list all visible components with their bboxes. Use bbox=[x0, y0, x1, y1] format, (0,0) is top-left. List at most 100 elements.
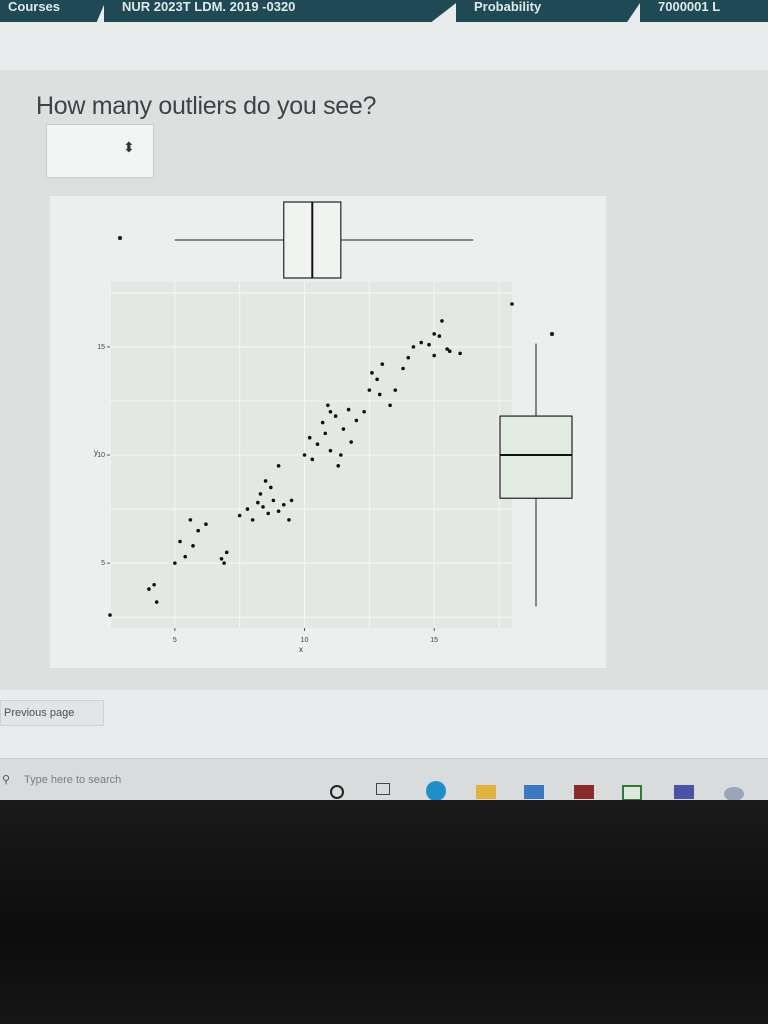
r-icon[interactable] bbox=[724, 787, 744, 800]
scatter-point bbox=[354, 418, 359, 423]
plot-card: 5 10 15 5 10 15 x y bbox=[50, 196, 606, 668]
scatter-point bbox=[510, 302, 514, 306]
scatter-point bbox=[271, 498, 276, 503]
nav-tab-extra[interactable]: 7000001 L bbox=[640, 0, 768, 22]
scatter-point bbox=[183, 554, 188, 559]
scatter-point bbox=[367, 388, 372, 392]
scatter-point bbox=[432, 353, 436, 358]
right-boxplot-outlier bbox=[550, 332, 554, 336]
y-tick-label: 5 bbox=[101, 560, 105, 567]
scatter-point bbox=[377, 392, 382, 397]
screen: Courses NUR 2023T LDM. 2019 -0320 Probab… bbox=[0, 0, 768, 800]
cortana-icon[interactable] bbox=[330, 785, 344, 799]
scatter-point bbox=[380, 362, 385, 366]
scatter-point bbox=[269, 485, 273, 490]
scatter-point bbox=[437, 334, 442, 338]
y-tick-label: 15 bbox=[97, 344, 105, 351]
nav-tab-courses[interactable]: Courses bbox=[0, 0, 106, 22]
scatter-point bbox=[341, 427, 346, 431]
scatter-point bbox=[458, 351, 462, 356]
scatter-point bbox=[178, 539, 182, 544]
task-view-icon[interactable] bbox=[376, 783, 390, 795]
scatter-point bbox=[191, 544, 195, 548]
scatter-point bbox=[237, 513, 242, 518]
file-explorer-icon[interactable] bbox=[476, 785, 496, 799]
scatter-point bbox=[256, 500, 260, 505]
xbox-icon[interactable] bbox=[622, 785, 642, 800]
scatter-point bbox=[445, 347, 449, 351]
scatter-point bbox=[307, 435, 312, 440]
scatter-point bbox=[108, 613, 112, 617]
x-tick-label: 15 bbox=[430, 637, 438, 644]
answer-dropdown[interactable]: ⬍ bbox=[46, 124, 154, 178]
y-tick-label: 10 bbox=[97, 452, 105, 459]
magnifier-icon: ⚲ bbox=[2, 774, 11, 786]
question-text: How many outliers do you see? bbox=[36, 92, 377, 120]
scatter-point bbox=[370, 371, 374, 375]
scatter-point bbox=[440, 319, 444, 323]
scatter-point bbox=[432, 332, 436, 336]
scatter-point bbox=[250, 518, 255, 522]
scatter-point bbox=[188, 518, 193, 522]
scatter-point bbox=[339, 453, 343, 457]
scatter-point bbox=[333, 414, 338, 418]
scatter-point bbox=[266, 511, 271, 516]
scatter-point bbox=[219, 557, 224, 561]
right-boxplot-box bbox=[499, 415, 573, 499]
scatter-point bbox=[310, 457, 315, 462]
scatter-point bbox=[154, 600, 159, 604]
mail-icon[interactable] bbox=[524, 785, 544, 799]
scatter-boxplot-chart: 5 10 15 5 10 15 x y bbox=[94, 201, 573, 654]
scatter-point bbox=[346, 407, 351, 412]
scatter-point bbox=[393, 388, 398, 392]
scatter-point bbox=[263, 479, 268, 483]
taskbar: ⚲ Type here to search bbox=[0, 758, 768, 800]
scatter-point bbox=[258, 492, 263, 496]
scatter-point bbox=[281, 502, 286, 507]
scatter-point bbox=[388, 403, 392, 408]
scatter-point bbox=[224, 550, 229, 555]
monitor-bezel bbox=[0, 800, 768, 1024]
store-icon[interactable] bbox=[574, 785, 594, 799]
scatter-point bbox=[362, 409, 366, 414]
scatter-point bbox=[427, 342, 431, 347]
top-boxplot-outlier bbox=[118, 236, 122, 240]
scatter-point bbox=[287, 518, 291, 522]
x-tick-label: 5 bbox=[173, 637, 177, 644]
scatter-point bbox=[406, 355, 411, 360]
top-nav-bar: Courses NUR 2023T LDM. 2019 -0320 Probab… bbox=[0, 0, 768, 30]
scatter-point bbox=[302, 453, 307, 457]
x-axis-label: x bbox=[299, 645, 303, 654]
scatter-point bbox=[375, 377, 379, 382]
scatter-point bbox=[222, 561, 226, 565]
x-tick-label: 10 bbox=[301, 637, 309, 644]
scatter-point bbox=[276, 464, 281, 468]
scatter-point bbox=[147, 587, 151, 591]
scatter-point bbox=[320, 420, 325, 425]
scatter-point bbox=[401, 366, 405, 371]
scatter-point bbox=[196, 528, 200, 533]
scatter-point bbox=[336, 464, 341, 468]
updown-arrow-icon: ⬍ bbox=[123, 139, 135, 155]
y-axis-label: y bbox=[94, 448, 98, 457]
scatter-point bbox=[289, 498, 294, 503]
scatter-point bbox=[152, 582, 156, 587]
scatter-point bbox=[276, 509, 281, 514]
scatter-point bbox=[419, 340, 424, 345]
edge-icon[interactable] bbox=[426, 781, 446, 800]
scatter-point bbox=[173, 561, 177, 565]
scatter-point bbox=[328, 448, 333, 453]
scatter-point bbox=[411, 345, 416, 349]
scatter-point bbox=[261, 505, 265, 509]
taskbar-search-box[interactable]: ⚲ Type here to search bbox=[0, 767, 300, 793]
nav-tab-course[interactable]: NUR 2023T LDM. 2019 -0320 bbox=[104, 0, 460, 22]
previous-page-button[interactable]: Previous page bbox=[0, 700, 104, 726]
search-placeholder: Type here to search bbox=[24, 774, 122, 786]
nav-tab-probability[interactable]: Probability bbox=[456, 0, 642, 22]
scatter-point bbox=[245, 507, 250, 511]
scatter-point bbox=[323, 431, 328, 436]
scatter-point bbox=[204, 522, 208, 526]
scatter-point bbox=[326, 403, 330, 408]
teams-icon[interactable] bbox=[674, 785, 694, 799]
scatter-point bbox=[315, 442, 320, 446]
